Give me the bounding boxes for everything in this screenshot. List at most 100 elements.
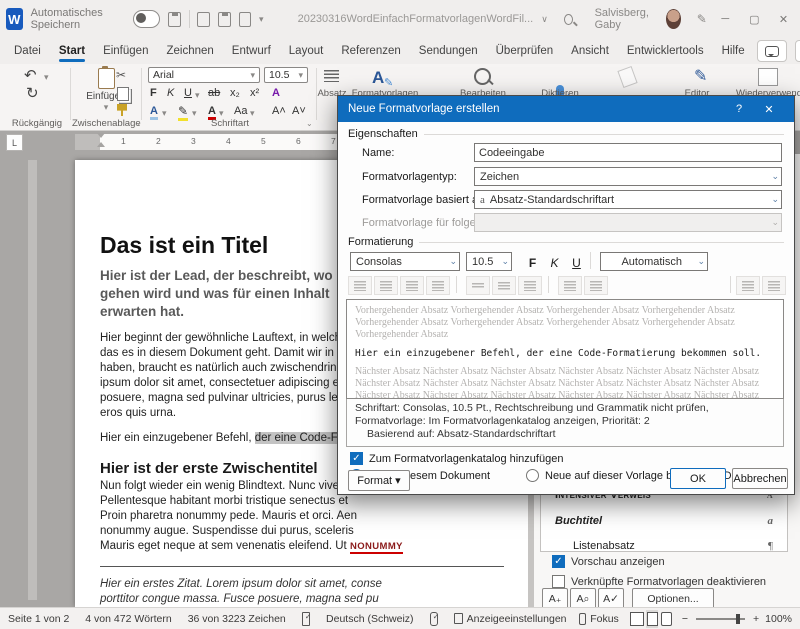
tab-ansicht[interactable]: Ansicht — [563, 41, 617, 61]
tab-selector[interactable]: L — [6, 134, 23, 151]
redo-icon[interactable]: ↻ — [26, 86, 39, 101]
page-indicator[interactable]: Seite 1 von 2 — [8, 613, 69, 625]
editor-icon[interactable]: ✎ — [694, 66, 707, 86]
sensitivity-icon[interactable] — [617, 66, 637, 88]
tab-zeichnen[interactable]: Zeichnen — [158, 41, 221, 61]
undo-icon[interactable]: ↶ — [24, 68, 37, 83]
tab-layout[interactable]: Layout — [281, 41, 332, 61]
zoom-in-button[interactable]: + — [753, 613, 759, 625]
show-preview-checkbox[interactable]: ✓ Vorschau anzeigen — [552, 555, 665, 568]
bold-button[interactable]: F — [150, 87, 157, 99]
tab-referenzen[interactable]: Referenzen — [333, 41, 408, 61]
ink-pen-icon[interactable]: ✎ — [697, 12, 707, 26]
cancel-button[interactable]: Abbrechen — [732, 468, 788, 489]
dialog-title-bar[interactable]: Neue Formatvorlage erstellen ? ✕ — [338, 96, 794, 122]
proofing-icon[interactable] — [302, 612, 310, 626]
font-name-combo[interactable]: Arial▾ — [148, 67, 260, 83]
tab-entwicklertools[interactable]: Entwicklertools — [619, 41, 712, 61]
text-effects-chevron-icon[interactable]: ▾ — [162, 108, 167, 119]
tab-entwurf[interactable]: Entwurf — [224, 41, 279, 61]
copy-icon[interactable] — [117, 87, 129, 101]
quick-access-icon[interactable] — [197, 12, 210, 27]
autosave-toggle[interactable] — [133, 10, 161, 28]
quick-save-icon[interactable] — [218, 12, 231, 27]
font-dialog-launcher-icon[interactable]: ⌄ — [306, 119, 313, 128]
web-layout-button[interactable] — [660, 610, 673, 628]
tab-start[interactable]: Start — [51, 41, 93, 61]
underline-button[interactable]: U — [184, 87, 192, 99]
clipboard-dialog-launcher-icon[interactable]: ⌄ — [134, 119, 141, 128]
dialog-font-combo[interactable]: Consolas⌄ — [350, 252, 460, 271]
document-title[interactable]: 20230316WordEinfachFormatvorlagenWordFil… — [298, 13, 534, 25]
format-painter-icon[interactable] — [117, 104, 127, 116]
autosave-label: Automatisches Speichern — [31, 7, 125, 31]
style-type-combo[interactable]: Zeichen⌄ — [474, 167, 782, 186]
dialog-color-combo[interactable]: Automatisch⌄ — [600, 252, 708, 271]
comments-button[interactable] — [757, 40, 787, 62]
tab-sendungen[interactable]: Sendungen — [411, 41, 486, 61]
undo-chevron-icon[interactable]: ▾ — [44, 72, 49, 83]
superscript-button[interactable]: x² — [250, 87, 259, 99]
tab-datei[interactable]: Datei — [6, 41, 49, 61]
name-input[interactable]: Codeeingabe — [474, 143, 782, 162]
change-case-button[interactable]: Aa — [234, 105, 247, 117]
italic-button[interactable]: K — [167, 87, 174, 99]
paragraph-group-icon[interactable] — [324, 70, 339, 82]
disable-linked-checkbox[interactable]: Verknüpfte Formatvorlagen deaktivieren — [552, 575, 766, 588]
display-settings-button[interactable]: Anzeigeeinstellungen — [467, 613, 567, 625]
dialog-underline-button[interactable]: U — [566, 252, 587, 273]
style-item-buchtitel[interactable]: Buchtitel a — [555, 515, 773, 527]
strikethrough-button[interactable]: ab — [208, 87, 220, 99]
tab-hilfe[interactable]: Hilfe — [714, 41, 753, 61]
dialog-help-button[interactable]: ? — [724, 103, 754, 115]
tab-einfuegen[interactable]: Einfügen — [95, 41, 156, 61]
char-count[interactable]: 36 von 3223 Zeichen — [188, 613, 286, 625]
reuse-files-icon[interactable] — [758, 68, 778, 86]
style-description-box: Schriftart: Consolas, 10.5 Pt., Rechtsch… — [346, 399, 784, 447]
quick-open-icon[interactable] — [239, 12, 252, 27]
font-size-combo[interactable]: 10.5▾ — [264, 67, 308, 83]
dialog-close-button[interactable]: ✕ — [754, 103, 784, 116]
word-app-icon[interactable]: W — [6, 8, 23, 30]
save-icon[interactable] — [168, 12, 181, 27]
maximize-button[interactable]: ▢ — [744, 13, 765, 26]
underline-chevron-icon[interactable]: ▾ — [195, 90, 200, 101]
dialog-italic-button[interactable]: K — [544, 252, 565, 273]
text-effects-button[interactable]: A — [150, 105, 158, 120]
styles-group-icon[interactable]: A — [372, 68, 384, 88]
tab-ueberpruefen[interactable]: Überprüfen — [488, 41, 562, 61]
style-item-listenabsatz[interactable]: Listenabsatz ¶ — [555, 540, 773, 552]
search-icon[interactable] — [564, 14, 573, 25]
vertical-ruler[interactable] — [28, 160, 37, 600]
shrink-font-button[interactable]: A˅ — [292, 105, 306, 117]
accessibility-icon[interactable] — [430, 612, 438, 626]
indent-markers[interactable] — [96, 133, 105, 151]
ok-button[interactable]: OK — [670, 468, 726, 489]
word-count[interactable]: 4 von 472 Wörtern — [85, 613, 171, 625]
zoom-out-button[interactable]: − — [682, 613, 688, 625]
minimize-button[interactable]: ─ — [715, 13, 736, 25]
zoom-slider[interactable] — [696, 618, 745, 620]
format-menu-button[interactable]: Format ▾ — [348, 470, 410, 491]
editing-mode-button[interactable]: ✎ Bearbeitung ▾ — [795, 40, 800, 62]
close-button[interactable]: ✕ — [773, 13, 794, 26]
avatar[interactable] — [666, 9, 681, 29]
add-to-gallery-checkbox[interactable]: ✓ Zum Formatvorlagenkatalog hinzufügen — [350, 452, 563, 465]
language-indicator[interactable]: Deutsch (Schweiz) — [326, 613, 414, 625]
grow-font-button[interactable]: A˄ — [272, 105, 286, 117]
subscript-button[interactable]: x₂ — [230, 87, 240, 99]
print-layout-button[interactable] — [646, 610, 659, 628]
zoom-level[interactable]: 100% — [765, 613, 792, 625]
cut-icon[interactable]: ✂ — [116, 68, 126, 82]
dialog-bold-button[interactable]: F — [522, 252, 543, 273]
based-on-combo[interactable]: aAbsatz-Standardschriftart ⌄ — [474, 190, 782, 209]
focus-button[interactable]: Fokus — [590, 613, 619, 625]
editing-group-icon[interactable] — [474, 68, 491, 85]
dialog-size-combo[interactable]: 10.5⌄ — [466, 252, 512, 271]
zoom-slider-thumb[interactable] — [736, 614, 740, 624]
title-chevron-icon[interactable]: ∨ — [541, 14, 548, 25]
read-mode-button[interactable] — [630, 610, 644, 628]
user-name[interactable]: Salvisberg, Gaby — [595, 7, 658, 31]
customize-toolbar-icon[interactable]: ▾ — [259, 14, 264, 25]
clear-formatting-button[interactable]: A — [272, 87, 280, 99]
